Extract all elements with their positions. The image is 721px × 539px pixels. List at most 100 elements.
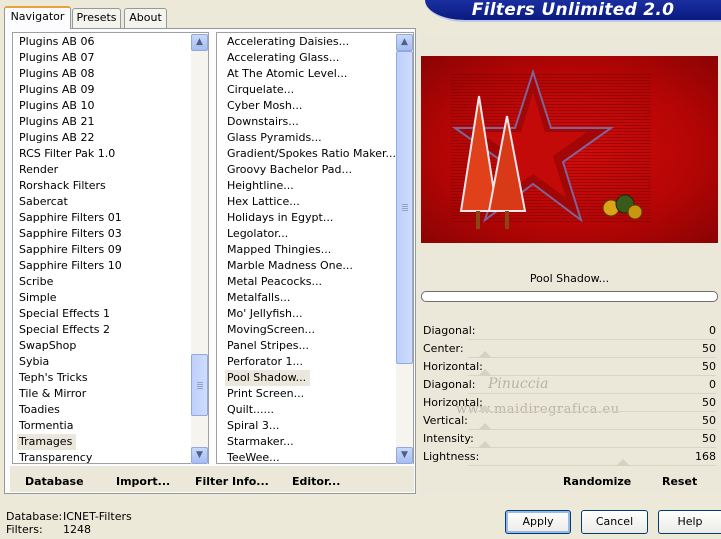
- category-item[interactable]: Plugins AB 06: [17, 35, 94, 48]
- param-slider[interactable]: [468, 357, 716, 358]
- category-item[interactable]: Simple: [17, 291, 57, 304]
- database-button[interactable]: Database: [25, 474, 84, 490]
- help-button[interactable]: Help: [658, 510, 721, 534]
- param-slider[interactable]: [468, 375, 716, 376]
- filter-item[interactable]: Pool Shadow...: [225, 370, 311, 386]
- filter-item[interactable]: Starmaker...: [225, 435, 294, 448]
- category-item[interactable]: SwapShop: [17, 339, 76, 352]
- slider-thumb-icon[interactable]: [478, 441, 492, 448]
- filter-scrollbar[interactable]: ▲ ▼: [396, 34, 413, 464]
- category-item[interactable]: Sapphire Filters 10: [17, 259, 122, 272]
- filter-item[interactable]: Accelerating Glass...: [225, 51, 339, 64]
- editor-button[interactable]: Editor...: [292, 474, 340, 490]
- filters-count: 1248: [63, 523, 91, 536]
- filter-item[interactable]: Gradient/Spokes Ratio Maker...: [225, 147, 395, 160]
- param-label: Vertical:: [423, 414, 468, 427]
- preview-image: [421, 56, 718, 243]
- filter-item[interactable]: Heightline...: [225, 179, 294, 192]
- slider-thumb-icon[interactable]: [478, 423, 492, 430]
- category-scrollbar[interactable]: ▲ ▼: [191, 34, 208, 464]
- param-value: 50: [702, 396, 716, 409]
- category-item[interactable]: Render: [17, 163, 58, 176]
- filter-item[interactable]: Glass Pyramids...: [225, 131, 322, 144]
- filter-item[interactable]: Downstairs...: [225, 115, 299, 128]
- scroll-up-icon[interactable]: ▲: [396, 34, 413, 51]
- category-item[interactable]: Plugins AB 08: [17, 67, 94, 80]
- scroll-thumb[interactable]: [191, 354, 208, 416]
- filter-item[interactable]: Spiral 3...: [225, 419, 279, 432]
- filter-item[interactable]: Metal Peacocks...: [225, 275, 322, 288]
- tab-presets[interactable]: Presets: [72, 8, 121, 28]
- tab-navigator[interactable]: Navigator: [4, 6, 71, 29]
- slider-thumb-icon[interactable]: [478, 351, 492, 358]
- category-item[interactable]: Plugins AB 22: [17, 131, 94, 144]
- scroll-up-icon[interactable]: ▲: [191, 34, 208, 51]
- reset-button[interactable]: Reset: [662, 474, 697, 490]
- scroll-down-icon[interactable]: ▼: [396, 447, 413, 464]
- tab-presets-label: Presets: [76, 11, 117, 24]
- category-item[interactable]: Scribe: [17, 275, 53, 288]
- category-item[interactable]: Sapphire Filters 09: [17, 243, 122, 256]
- filter-item[interactable]: Legolator...: [225, 227, 288, 240]
- filter-item[interactable]: Mapped Thingies...: [225, 243, 331, 256]
- category-item[interactable]: Plugins AB 21: [17, 115, 94, 128]
- watermark-name: Pinuccia: [488, 376, 549, 392]
- param-slider[interactable]: [468, 429, 716, 430]
- category-item[interactable]: Plugins AB 09: [17, 83, 94, 96]
- randomize-button[interactable]: Randomize: [563, 474, 631, 490]
- filter-list[interactable]: Accelerating Daisies... Accelerating Glas…: [225, 34, 395, 464]
- param-slider[interactable]: [468, 447, 716, 448]
- slider-thumb-icon[interactable]: [478, 405, 492, 412]
- filter-item[interactable]: Print Screen...: [225, 387, 304, 400]
- filter-item[interactable]: Perforator 1...: [225, 355, 303, 368]
- scroll-down-icon[interactable]: ▼: [191, 447, 208, 464]
- filter-item[interactable]: MovingScreen...: [225, 323, 315, 336]
- filter-item[interactable]: Cirquelate...: [225, 83, 294, 96]
- filter-item[interactable]: Panel Stripes...: [225, 339, 309, 352]
- filter-item[interactable]: Accelerating Daisies...: [225, 35, 349, 48]
- slider-thumb-icon[interactable]: [616, 459, 630, 466]
- filter-item[interactable]: Cyber Mosh...: [225, 99, 302, 112]
- category-item[interactable]: Transparency: [17, 451, 92, 464]
- import-button[interactable]: Import...: [116, 474, 170, 490]
- category-item[interactable]: Sapphire Filters 03: [17, 227, 122, 240]
- category-item[interactable]: Plugins AB 10: [17, 99, 94, 112]
- filter-item[interactable]: Metalfalls...: [225, 291, 290, 304]
- param-slider[interactable]: [468, 411, 716, 412]
- filter-item[interactable]: Marble Madness One...: [225, 259, 353, 272]
- slider-thumb-icon[interactable]: [478, 369, 492, 376]
- database-value: ICNET-Filters: [63, 510, 132, 523]
- preview-art: [451, 68, 651, 229]
- filter-title: Pool Shadow...: [529, 272, 610, 285]
- category-item[interactable]: Sybia: [17, 355, 49, 368]
- filter-item[interactable]: Mo' Jellyfish...: [225, 307, 303, 320]
- filter-item[interactable]: Holidays in Egypt...: [225, 211, 333, 224]
- param-slider[interactable]: [468, 393, 716, 394]
- filter-item[interactable]: At The Atomic Level...: [225, 67, 347, 80]
- category-list[interactable]: Plugins AB 06 Plugins AB 07 Plugins AB 08 P…: [17, 34, 191, 464]
- tab-about[interactable]: About: [124, 8, 167, 28]
- category-item[interactable]: Sapphire Filters 01: [17, 211, 122, 224]
- filter-item[interactable]: Groovy Bachelor Pad...: [225, 163, 352, 176]
- category-item[interactable]: Rorshack Filters: [17, 179, 106, 192]
- param-label: Horizontal:: [423, 360, 483, 373]
- category-item[interactable]: Teph's Tricks: [17, 371, 88, 384]
- apply-button[interactable]: Apply: [505, 510, 571, 534]
- category-item[interactable]: Tramages: [17, 434, 77, 450]
- filter-item[interactable]: Hex Lattice...: [225, 195, 300, 208]
- category-item[interactable]: Special Effects 1: [17, 307, 110, 320]
- category-item[interactable]: Plugins AB 07: [17, 51, 94, 64]
- filter-info-button[interactable]: Filter Info...: [195, 474, 269, 490]
- category-item[interactable]: Toadies: [17, 403, 60, 416]
- category-item[interactable]: Sabercat: [17, 195, 68, 208]
- filter-item[interactable]: TeeWee...: [225, 451, 280, 464]
- param-slider[interactable]: [468, 339, 716, 340]
- category-item[interactable]: Special Effects 2: [17, 323, 110, 336]
- cancel-button[interactable]: Cancel: [581, 510, 648, 534]
- category-item[interactable]: Tile & Mirror: [17, 387, 86, 400]
- category-item[interactable]: Tormentia: [17, 419, 73, 432]
- filter-item[interactable]: Quilt......: [225, 403, 274, 416]
- scroll-thumb[interactable]: [396, 51, 413, 364]
- param-slider[interactable]: [468, 465, 716, 466]
- category-item[interactable]: RCS Filter Pak 1.0: [17, 147, 115, 160]
